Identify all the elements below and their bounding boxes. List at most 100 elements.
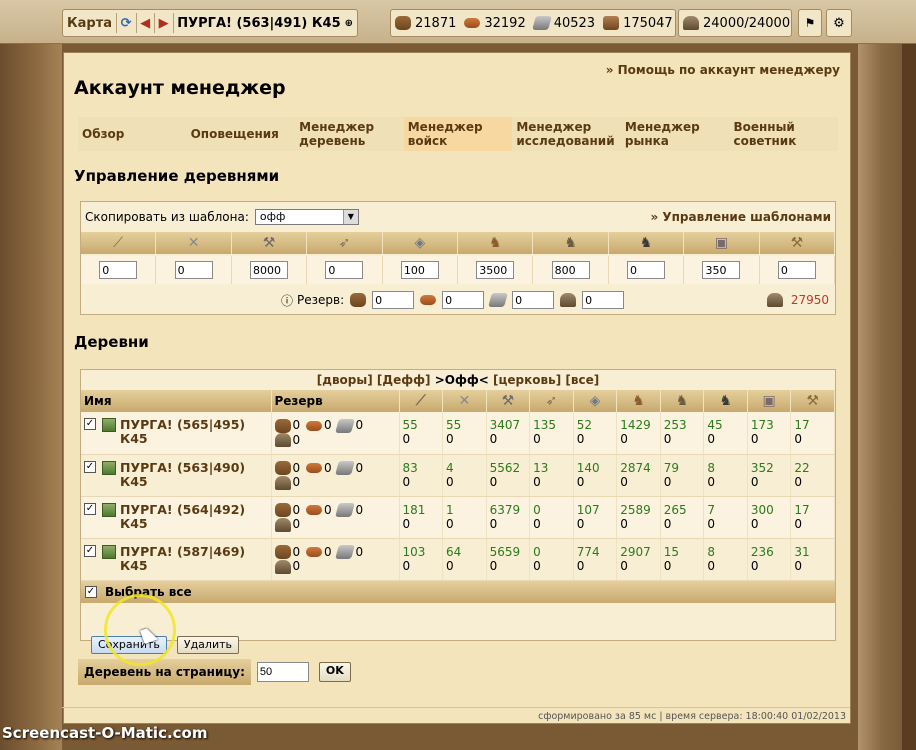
template-unit-header: ⟋ ✕ ⚒ ➶ ◈ ♞ ♞ ♞ ▣ ⚒ — [81, 232, 836, 254]
select-all-row: ✓ Выбрать все — [81, 580, 835, 603]
unit-column-header: ⚒ — [790, 390, 835, 412]
template-unit-input[interactable] — [325, 261, 364, 279]
unit-away-count: 0 — [446, 516, 454, 531]
village-filters: [дворы] [Дефф] >Офф< [церковь] [все] — [81, 370, 835, 390]
unit-count: 5659 — [489, 544, 521, 559]
village-link[interactable]: ПУРГА! (563|490) К45 — [120, 460, 254, 489]
reserve-iron-input[interactable] — [512, 291, 555, 309]
map-link[interactable]: Карта — [67, 16, 112, 31]
unit-count: 140 — [576, 460, 600, 475]
tab-military-advisor[interactable]: Военный советник — [729, 117, 838, 151]
info-icon[interactable]: ⓘ — [281, 292, 293, 309]
template-unit-input[interactable] — [476, 261, 515, 279]
mounted-archer-icon: ♞ — [675, 393, 689, 409]
wood-icon — [274, 418, 291, 433]
unit-count-cell: 31 0 — [790, 538, 835, 581]
unit-away-count: 0 — [576, 474, 585, 489]
village-icon[interactable] — [102, 418, 116, 432]
reserve-value: 0 — [355, 502, 364, 517]
village-checkbox[interactable]: ✓ — [84, 544, 96, 557]
chevron-down-icon[interactable]: ▼ — [342, 210, 358, 224]
arrow-right-icon[interactable]: ▶ — [159, 16, 169, 31]
catapult-icon: ⚒ — [806, 393, 819, 409]
unit-count-cell: 17 0 — [790, 412, 835, 455]
template-unit-input[interactable] — [250, 261, 289, 279]
village-icon[interactable] — [102, 460, 116, 475]
unit-away-count: 0 — [620, 558, 628, 573]
unit-away-count: 0 — [707, 432, 715, 446]
unit-away-count: 0 — [446, 474, 454, 489]
ok-button[interactable]: OK — [318, 662, 351, 682]
template-unit-input[interactable] — [551, 261, 590, 279]
tab-notifications[interactable]: Оповещения — [187, 117, 296, 151]
heavy-cavalry-icon: ♞ — [639, 235, 653, 251]
template-unit-input[interactable] — [99, 261, 138, 279]
dropdown-icon[interactable]: ⊕ — [345, 18, 353, 29]
settings-icon-button[interactable]: ⚙ — [826, 9, 852, 37]
filter-off: >Офф< — [434, 373, 489, 387]
unit-header-cell: ✕ — [156, 232, 232, 254]
reserve-wood-input[interactable] — [372, 291, 415, 309]
template-select[interactable]: офф ▼ — [254, 209, 359, 225]
tab-troop-manager[interactable]: Менеджер войск — [403, 117, 513, 151]
current-village[interactable]: ПУРГА! (563|491) К45 — [177, 16, 340, 31]
unit-input-cell — [684, 256, 760, 284]
village-checkbox[interactable]: ✓ — [84, 502, 96, 515]
manager-icon-button[interactable]: ⚑ — [798, 9, 822, 37]
select-all-checkbox[interactable]: ✓ — [85, 585, 97, 598]
village-icon[interactable] — [102, 502, 116, 517]
tab-overview[interactable]: Обзор — [78, 117, 187, 151]
village-checkbox[interactable]: ✓ — [84, 460, 96, 473]
help-link[interactable]: » Помощь по аккаунт менеджеру — [606, 63, 840, 77]
tab-market-manager[interactable]: Менеджер рынка — [621, 117, 730, 151]
village-link[interactable]: ПУРГА! (564|492) К45 — [120, 502, 254, 531]
unit-count-cell: 300 0 — [747, 496, 792, 539]
arrow-left-icon[interactable]: ◀ — [140, 16, 150, 31]
village-link[interactable]: ПУРГА! (565|495) К45 — [120, 418, 254, 446]
top-bar: Карта ⟳ ◀ ▶ ПУРГА! (563|491) К45 ⊕ 21871… — [0, 0, 916, 44]
unit-away-count: 0 — [663, 432, 672, 446]
unit-away-count: 0 — [794, 432, 803, 446]
unit-away-count: 0 — [707, 558, 715, 573]
village-link[interactable]: ПУРГА! (587|469) К45 — [120, 544, 254, 573]
template-unit-input[interactable] — [400, 261, 439, 279]
unit-header-cell: ⚒ — [760, 232, 836, 254]
filter-def[interactable]: [Дефф] — [377, 373, 431, 387]
unit-header-cell: ⟋ — [81, 232, 157, 254]
template-unit-input[interactable] — [777, 261, 816, 279]
unit-column-header: ♞ — [660, 390, 705, 412]
filter-church[interactable]: [церковь] — [493, 373, 561, 387]
delete-button[interactable]: Удалить — [176, 636, 239, 654]
filter-all[interactable]: [все] — [565, 373, 599, 387]
unit-away-count: 0 — [402, 432, 411, 446]
reserve-farm-input[interactable] — [582, 291, 625, 309]
light-cavalry-icon: ♞ — [488, 235, 502, 251]
per-page-input[interactable] — [256, 662, 309, 682]
villages-box: [дворы] [Дефф] >Офф< [церковь] [все] Имя… — [80, 369, 836, 654]
axe-icon: ⚒ — [501, 393, 515, 409]
reserve-value: 0 — [355, 418, 364, 432]
village-checkbox[interactable]: ✓ — [84, 418, 96, 430]
reserve-clay-input[interactable] — [442, 291, 485, 309]
template-unit-input[interactable] — [627, 261, 666, 279]
spear-icon: ⟋ — [113, 235, 124, 251]
village-icon[interactable] — [102, 544, 116, 559]
server-footer: сформировано за 85 мс | время сервера: 1… — [62, 707, 850, 725]
filter-yards[interactable]: [дворы] — [317, 373, 373, 387]
page-title: Аккаунт менеджер — [74, 77, 286, 99]
refresh-icon[interactable]: ⟳ — [121, 16, 132, 31]
farm-icon — [274, 517, 291, 532]
template-unit-input[interactable] — [702, 261, 741, 279]
unit-count-cell: 6379 0 — [486, 496, 531, 539]
reserve-value: 0 — [292, 418, 301, 432]
wood-icon — [274, 503, 291, 517]
tab-village-manager[interactable]: Менеджер деревень — [295, 117, 404, 151]
tab-bar: Обзор Оповещения Менеджер деревень Менед… — [78, 117, 838, 151]
wood-resource: 21871 — [395, 16, 456, 31]
unit-away-count: 0 — [750, 516, 759, 531]
template-unit-input[interactable] — [174, 261, 213, 279]
spear-icon: ⟋ — [415, 393, 426, 409]
manage-templates-link[interactable]: » Управление шаблонами — [650, 210, 831, 224]
tab-research-manager[interactable]: Менеджер исследований — [512, 117, 621, 151]
unit-count-cell: 265 0 — [660, 496, 705, 539]
